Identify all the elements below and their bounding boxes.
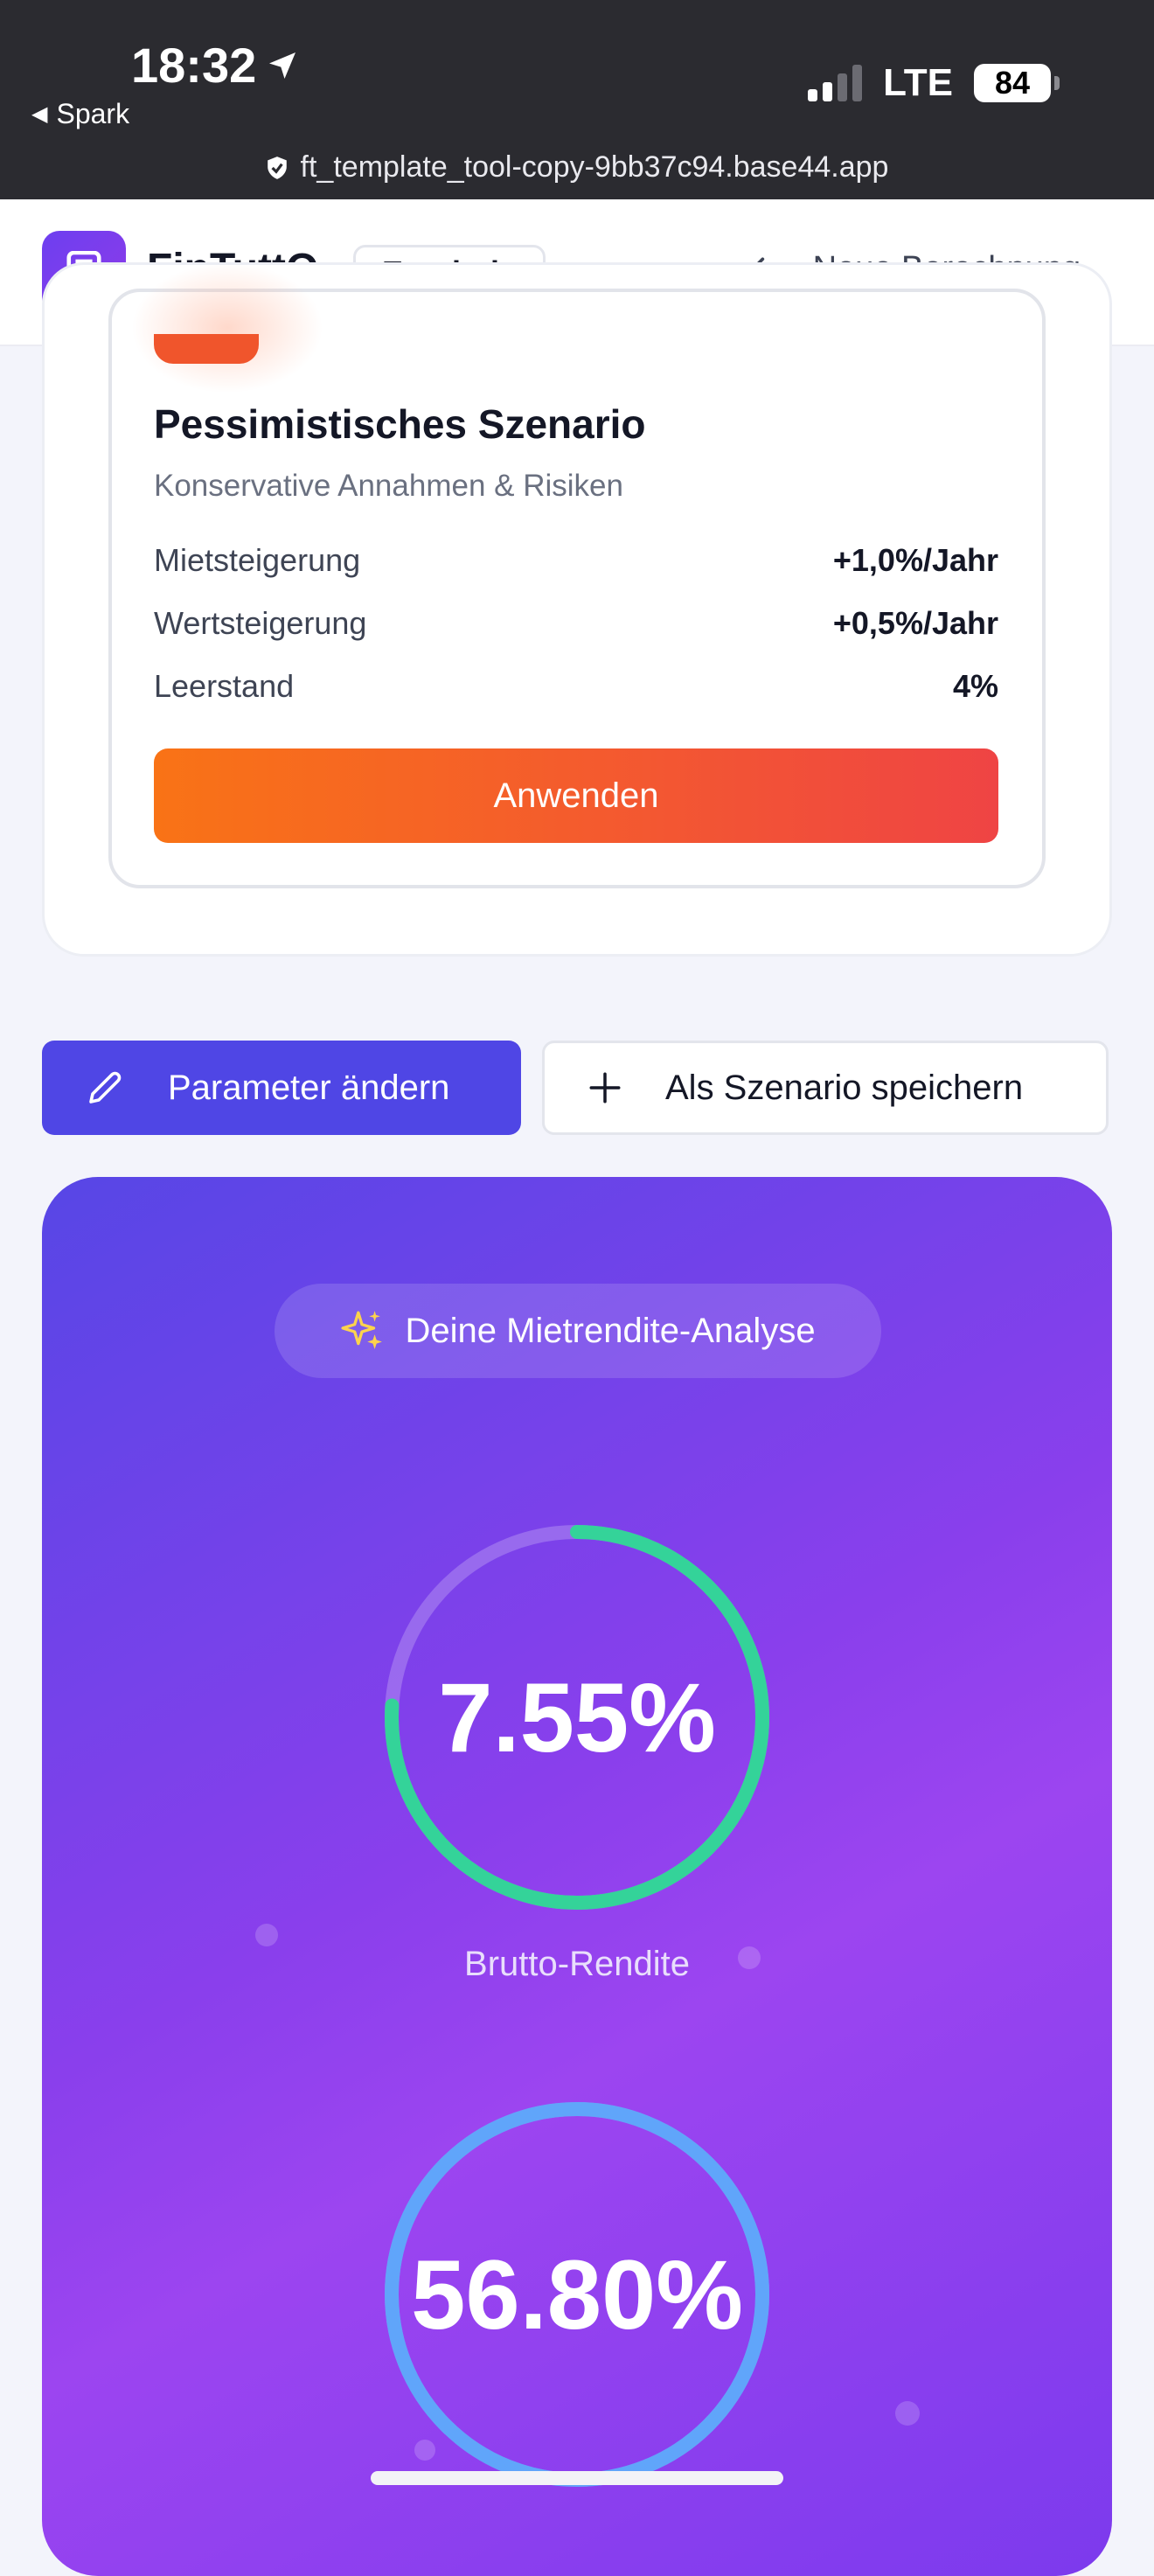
scenario-subtitle: Konservative Annahmen & Risiken xyxy=(154,469,623,503)
second-metric-ring: 56.80% xyxy=(376,2093,778,2496)
apply-button[interactable]: Anwenden xyxy=(154,748,998,843)
edit-parameters-button[interactable]: Parameter ändern xyxy=(42,1041,521,1135)
decor-dot xyxy=(895,2401,920,2426)
analysis-pill: Deine Mietrendite-Analyse xyxy=(275,1284,881,1378)
home-indicator xyxy=(371,2471,783,2485)
back-to-app[interactable]: ◀ Spark xyxy=(31,98,129,130)
shield-check-icon xyxy=(267,156,287,179)
param-label: Wertsteigerung xyxy=(154,605,367,641)
gross-yield-value: 7.55% xyxy=(438,1662,716,1772)
second-metric-value: 56.80% xyxy=(411,2239,743,2350)
address-bar[interactable]: ft_template_tool-copy-9bb37c94.base44.ap… xyxy=(0,150,1154,184)
gross-yield-label: Brutto-Rendite xyxy=(464,1945,690,1983)
param-row: Wertsteigerung +0,5%/Jahr xyxy=(154,605,998,642)
status-indicators: LTE 84 xyxy=(808,61,1060,105)
url-text: ft_template_tool-copy-9bb37c94.base44.ap… xyxy=(300,150,889,184)
back-triangle-icon: ◀ xyxy=(31,102,48,126)
param-row: Mietsteigerung +1,0%/Jahr xyxy=(154,542,998,579)
plus-icon xyxy=(589,1072,621,1104)
gross-yield-ring: 7.55% xyxy=(376,1516,778,1918)
clock-text: 18:32 xyxy=(131,38,257,93)
back-app-label: Spark xyxy=(56,98,130,129)
param-value: 4% xyxy=(952,668,998,704)
pencil-icon xyxy=(89,1071,122,1104)
param-label: Leerstand xyxy=(154,668,295,704)
status-bar: 18:32 ◀ Spark LTE 84 ft_template_tool-co… xyxy=(0,0,1154,199)
scenario-title: Pessimistisches Szenario xyxy=(154,401,646,447)
sparkles-icon xyxy=(341,1311,383,1349)
scenario-glow xyxy=(131,262,323,393)
battery-icon: 84 xyxy=(974,64,1060,102)
decor-dot xyxy=(255,1924,278,1946)
scenario-tag xyxy=(154,334,259,364)
edit-parameters-label: Parameter ändern xyxy=(168,1068,450,1107)
status-time: 18:32 xyxy=(131,37,300,94)
save-scenario-label: Als Szenario speichern xyxy=(665,1068,1024,1107)
param-row: Leerstand 4% xyxy=(154,668,998,705)
location-arrow-icon xyxy=(269,52,296,79)
param-value: +0,5%/Jahr xyxy=(832,605,998,641)
signal-icon xyxy=(808,65,863,101)
save-scenario-button[interactable]: Als Szenario speichern xyxy=(542,1041,1109,1135)
analysis-panel: Deine Mietrendite-Analyse 7.55% Brutto-R… xyxy=(42,1177,1112,2576)
battery-level: 84 xyxy=(994,65,1031,101)
param-value: +1,0%/Jahr xyxy=(832,542,998,578)
network-label: LTE xyxy=(883,61,953,104)
analysis-pill-label: Deine Mietrendite-Analyse xyxy=(405,1311,816,1350)
param-label: Mietsteigerung xyxy=(154,542,361,578)
